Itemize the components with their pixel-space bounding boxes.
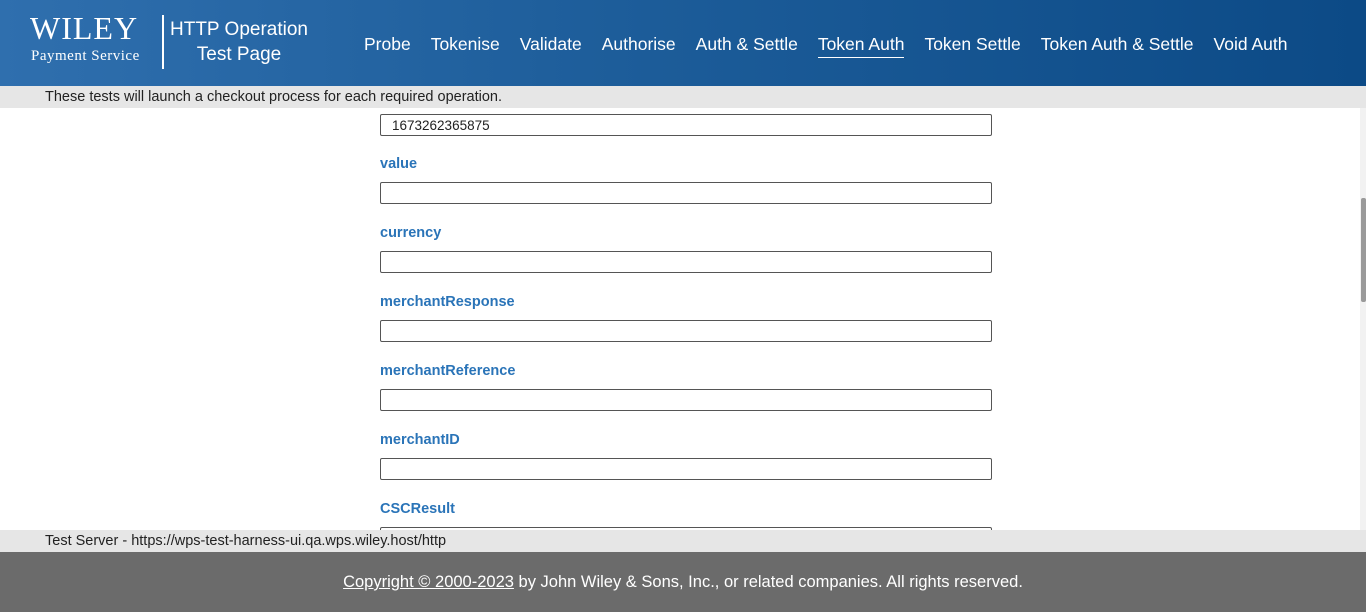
- merchant-id-input[interactable]: [380, 458, 992, 480]
- nav-token-auth[interactable]: Token Auth: [817, 32, 905, 58]
- scrollbar-track[interactable]: [1360, 108, 1366, 530]
- merchant-reference-label: merchantReference: [380, 363, 516, 379]
- header-divider: [162, 15, 164, 69]
- nav-token-auth-settle[interactable]: Token Auth & Settle: [1041, 32, 1194, 58]
- value-label: value: [380, 156, 418, 172]
- currency-label: currency: [380, 225, 442, 241]
- site-footer: Copyright © 2000-2023 by John Wiley & So…: [0, 552, 1366, 612]
- nav-validate[interactable]: Validate: [520, 32, 582, 58]
- site-header: WILEY Payment Service HTTP Operation Tes…: [0, 0, 1366, 86]
- operation-form: value currency merchantResponse merchant…: [0, 108, 1360, 530]
- info-banner: These tests will launch a checkout proce…: [0, 86, 1366, 108]
- page-title: HTTP Operation Test Page: [166, 17, 312, 67]
- main-nav: Probe Tokenise Validate Authorise Auth &…: [364, 32, 1307, 58]
- merchant-response-label: merchantResponse: [380, 294, 515, 310]
- currency-input[interactable]: [380, 251, 992, 273]
- logo-wordmark: WILEY: [30, 10, 139, 46]
- wiley-logo[interactable]: WILEY Payment Service: [30, 10, 155, 70]
- top-field-input[interactable]: [380, 114, 992, 136]
- copyright-text: by John Wiley & Sons, Inc., or related c…: [513, 573, 1023, 591]
- copyright-link[interactable]: Copyright © 2000-2023: [343, 573, 514, 591]
- page-title-line2: Test Page: [196, 44, 282, 65]
- nav-probe[interactable]: Probe: [364, 32, 411, 58]
- merchant-reference-input[interactable]: [380, 389, 992, 411]
- csc-result-label: CSCResult: [380, 501, 455, 517]
- value-input[interactable]: [380, 182, 992, 204]
- merchant-id-label: merchantID: [380, 432, 460, 448]
- nav-token-settle[interactable]: Token Settle: [924, 32, 1020, 58]
- server-info: Test Server - https://wps-test-harness-u…: [0, 530, 1366, 552]
- merchant-response-input[interactable]: [380, 320, 992, 342]
- page-title-line1: HTTP Operation: [170, 19, 308, 40]
- nav-authorise[interactable]: Authorise: [602, 32, 676, 58]
- nav-void-auth[interactable]: Void Auth: [1214, 32, 1288, 58]
- scrollbar-thumb[interactable]: [1361, 198, 1366, 302]
- logo-subtitle: Payment Service: [31, 48, 140, 64]
- nav-tokenise[interactable]: Tokenise: [431, 32, 500, 58]
- nav-auth-settle[interactable]: Auth & Settle: [696, 32, 798, 58]
